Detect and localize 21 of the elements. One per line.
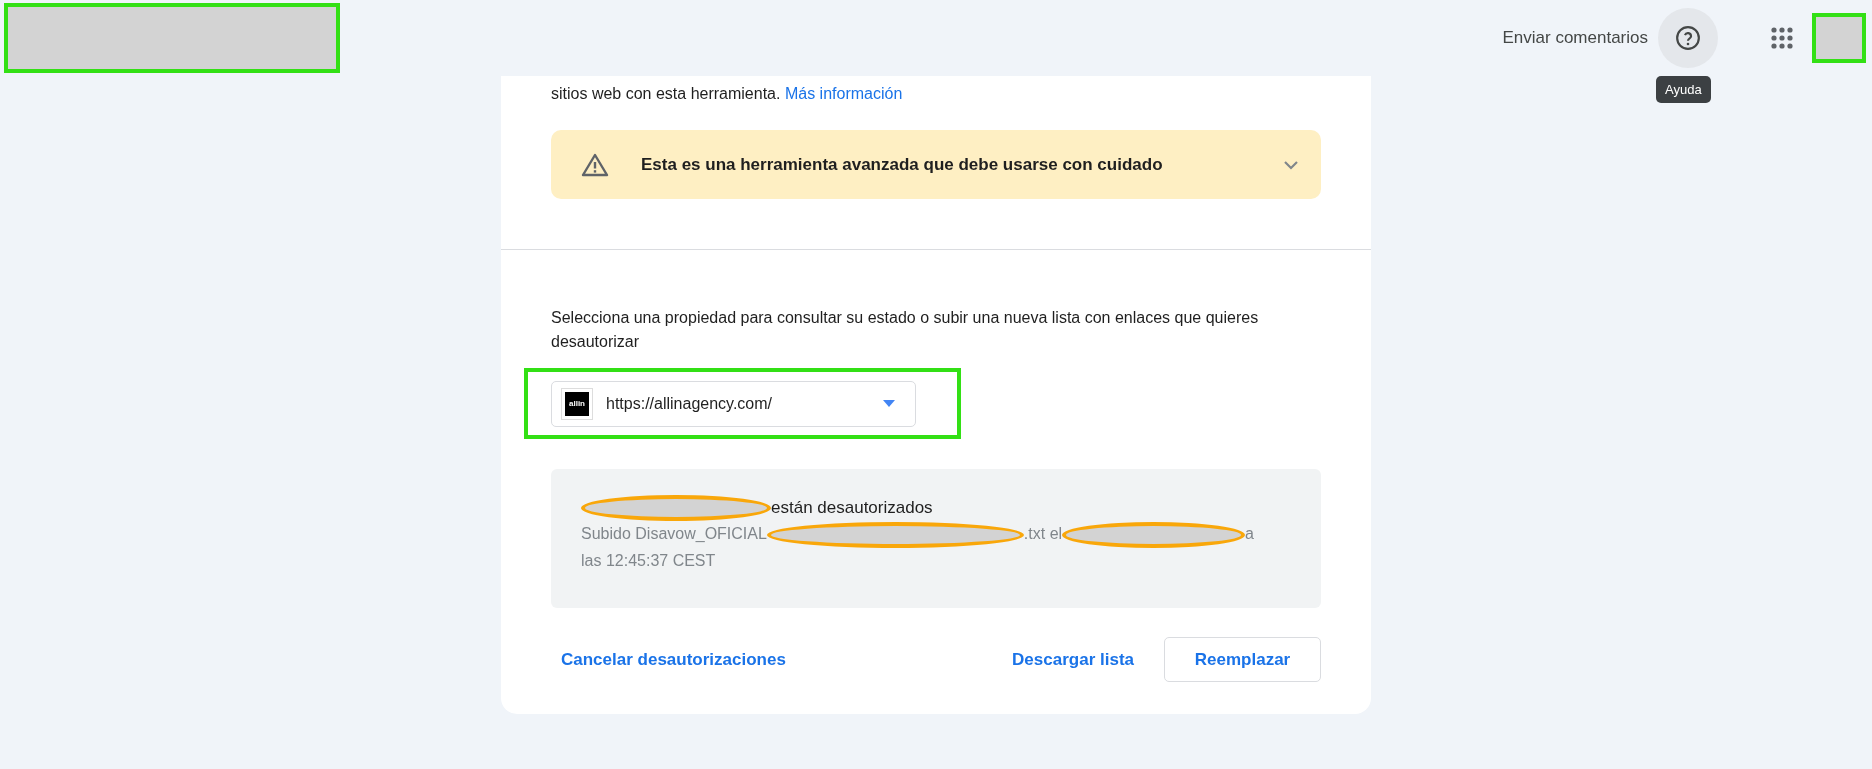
cancel-disavow-button[interactable]: Cancelar desautorizaciones [561, 641, 786, 678]
help-icon [1675, 25, 1701, 51]
dropdown-arrow-icon [883, 400, 895, 407]
property-select[interactable]: allin https://allinagency.com/ [551, 380, 916, 427]
replace-button[interactable]: Reemplazar [1164, 637, 1321, 682]
more-info-link[interactable]: Más información [784, 85, 903, 102]
redacted-box [1812, 13, 1866, 63]
status-title: están desautorizados [771, 498, 933, 518]
upload-detail-text: las 12:45:37 CEST [581, 551, 716, 569]
chevron-icon [1283, 159, 1299, 170]
prompt-text: Selecciona una propiedad para consultar su estado o subir una nueva lista con enlaces que quieres desautorizar [551, 308, 1260, 352]
apps-grid-icon [1771, 27, 1793, 49]
upload-detail-text: Subido Disavow_OFICIAL [581, 525, 767, 542]
help-tooltip: Ayuda [1656, 76, 1711, 103]
warning-banner[interactable]: Esta es una herramienta avanzada que debe usarse con cuidado [551, 130, 1321, 199]
upload-detail-text: a [1245, 525, 1254, 542]
warning-icon [581, 152, 609, 177]
feedback-link[interactable]: Enviar comentarios [1502, 28, 1648, 48]
upload-detail-text: .txt el [1023, 525, 1063, 542]
intro-text: sitios web con esta herramienta. Más información [551, 84, 904, 104]
download-list-button[interactable]: Descargar lista [1012, 641, 1134, 678]
